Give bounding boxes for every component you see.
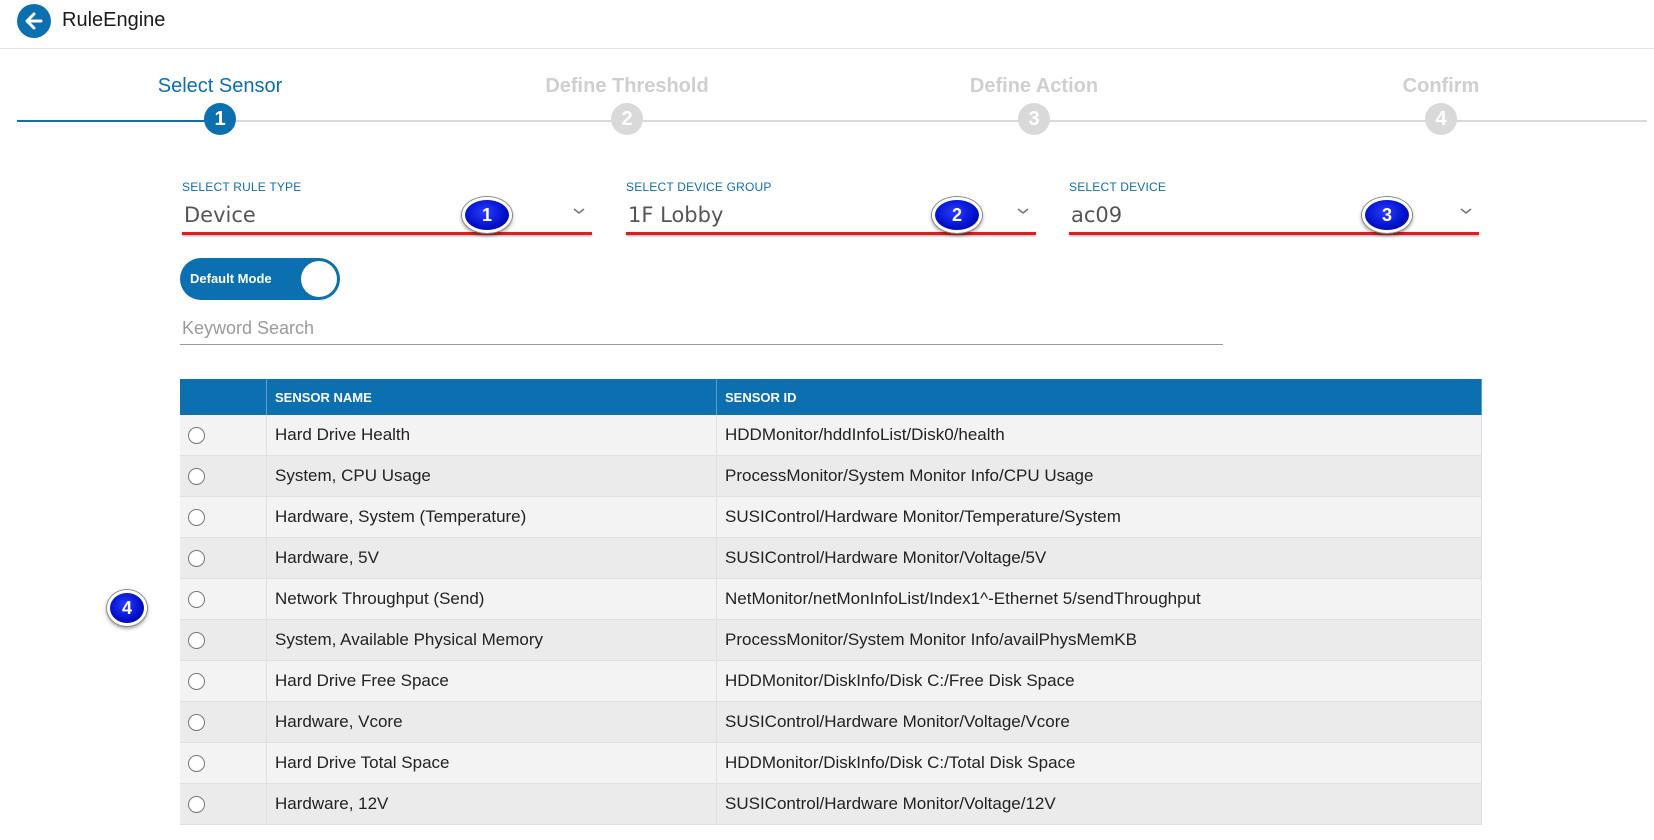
sensor-name-cell: System, CPU Usage bbox=[266, 455, 717, 497]
sensor-id-cell: HDDMonitor/hddInfoList/Disk0/health bbox=[716, 415, 1482, 456]
table-row[interactable]: Hardware, 12V SUSIControl/Hardware Monito… bbox=[180, 783, 1482, 825]
keyword-search-input[interactable] bbox=[180, 313, 1223, 345]
rule-type-label: SELECT RULE TYPE bbox=[182, 180, 302, 194]
default-mode-toggle[interactable]: Default Mode bbox=[180, 258, 340, 300]
table-row[interactable]: Hardware, Vcore SUSIControl/Hardware Moni… bbox=[180, 701, 1482, 743]
table-row[interactable]: Hard Drive Total Space HDDMonitor/DiskInf… bbox=[180, 742, 1482, 784]
annotation-marker-2: 2 bbox=[932, 197, 982, 233]
sensor-radio[interactable] bbox=[188, 427, 205, 445]
sensor-id-cell: NetMonitor/netMonInfoList/Index1^-Ethern… bbox=[716, 578, 1482, 620]
app-header: RuleEngine bbox=[0, 0, 1654, 49]
table-row[interactable]: Hardware, 5V SUSIControl/Hardware Monitor… bbox=[180, 537, 1482, 579]
row-select-cell bbox=[180, 578, 267, 620]
arrow-left-icon bbox=[25, 12, 43, 30]
stepper-track bbox=[17, 120, 1647, 122]
device-value: ac09 bbox=[1071, 203, 1123, 227]
stepper-progress bbox=[17, 120, 230, 122]
step-number: 3 bbox=[1018, 103, 1050, 135]
row-select-cell bbox=[180, 619, 267, 661]
sensor-id-cell: SUSIControl/Hardware Monitor/Voltage/5V bbox=[716, 537, 1482, 579]
column-header-sensor-id[interactable]: SENSOR ID bbox=[716, 379, 1482, 415]
wizard-stepper: Select Sensor 1 Define Threshold 2 Defin… bbox=[0, 70, 1654, 140]
step-select-sensor[interactable]: Select Sensor 1 bbox=[110, 70, 330, 135]
column-header-select bbox=[180, 379, 267, 415]
toggle-knob bbox=[301, 261, 337, 297]
row-select-cell bbox=[180, 660, 267, 702]
sensor-name-cell: Hard Drive Free Space bbox=[266, 660, 717, 702]
step-confirm[interactable]: Confirm 4 bbox=[1331, 70, 1551, 135]
table-row[interactable]: Hardware, System (Temperature) SUSIContro… bbox=[180, 496, 1482, 538]
table-row[interactable]: Network Throughput (Send) NetMonitor/netM… bbox=[180, 578, 1482, 620]
row-select-cell bbox=[180, 496, 267, 538]
annotation-marker-4: 4 bbox=[107, 590, 147, 626]
sensor-radio[interactable] bbox=[188, 632, 205, 650]
rule-type-select[interactable]: SELECT RULE TYPE Device bbox=[182, 180, 592, 236]
sensor-name-cell: Hard Drive Health bbox=[266, 415, 717, 456]
sensor-radio[interactable] bbox=[188, 550, 205, 568]
sensor-name-cell: Hardware, Vcore bbox=[266, 701, 717, 743]
sensor-radio[interactable] bbox=[188, 509, 205, 527]
chevron-down-icon bbox=[1460, 208, 1472, 215]
sensor-radio[interactable] bbox=[188, 591, 205, 609]
chevron-down-icon bbox=[573, 208, 585, 215]
sensor-id-cell: HDDMonitor/DiskInfo/Disk C:/Free Disk Sp… bbox=[716, 660, 1482, 702]
device-select[interactable]: SELECT DEVICE ac09 bbox=[1069, 180, 1479, 236]
sensor-name-cell: Hardware, 5V bbox=[266, 537, 717, 579]
step-number: 1 bbox=[204, 103, 236, 135]
device-group-label: SELECT DEVICE GROUP bbox=[626, 180, 772, 194]
step-define-action[interactable]: Define Action 3 bbox=[924, 70, 1144, 135]
sensor-name-cell: Hard Drive Total Space bbox=[266, 742, 717, 784]
sensor-radio[interactable] bbox=[188, 673, 205, 691]
device-label: SELECT DEVICE bbox=[1069, 180, 1167, 194]
chevron-down-icon bbox=[1017, 208, 1029, 215]
sensor-id-cell: SUSIControl/Hardware Monitor/Voltage/12V bbox=[716, 783, 1482, 825]
sensor-name-cell: Network Throughput (Send) bbox=[266, 578, 717, 620]
app-title: RuleEngine bbox=[62, 9, 166, 31]
sensor-name-cell: System, Available Physical Memory bbox=[266, 619, 717, 661]
sensor-radio[interactable] bbox=[188, 468, 205, 486]
step-label: Define Action bbox=[969, 75, 1099, 97]
back-button[interactable] bbox=[17, 4, 51, 38]
step-number: 2 bbox=[611, 103, 643, 135]
sensor-name-cell: Hardware, 12V bbox=[266, 783, 717, 825]
sensor-id-cell: SUSIControl/Hardware Monitor/Temperature… bbox=[716, 496, 1482, 538]
annotation-marker-1: 1 bbox=[462, 197, 512, 233]
table-header-row: SENSOR NAME SENSOR ID bbox=[180, 379, 1482, 415]
row-select-cell bbox=[180, 783, 267, 825]
step-label: Confirm bbox=[1402, 75, 1480, 97]
highlight-underline bbox=[182, 232, 592, 235]
sensor-radio[interactable] bbox=[188, 714, 205, 732]
sensor-table: SENSOR NAME SENSOR ID Hard Drive Health H… bbox=[180, 379, 1482, 825]
toggle-label: Default Mode bbox=[190, 271, 272, 286]
highlight-underline bbox=[626, 232, 1036, 235]
sensor-radio[interactable] bbox=[188, 755, 205, 773]
highlight-underline bbox=[1069, 232, 1479, 235]
step-number: 4 bbox=[1425, 103, 1457, 135]
row-select-cell bbox=[180, 742, 267, 784]
row-select-cell bbox=[180, 415, 267, 456]
device-group-value: 1F Lobby bbox=[628, 203, 724, 227]
sensor-name-cell: Hardware, System (Temperature) bbox=[266, 496, 717, 538]
column-header-sensor-name[interactable]: SENSOR NAME bbox=[266, 379, 717, 415]
step-label: Define Threshold bbox=[545, 75, 709, 97]
table-row[interactable]: System, CPU Usage ProcessMonitor/System M… bbox=[180, 455, 1482, 497]
table-row[interactable]: Hard Drive Health HDDMonitor/hddInfoList/… bbox=[180, 415, 1482, 456]
sensor-id-cell: SUSIControl/Hardware Monitor/Voltage/Vco… bbox=[716, 701, 1482, 743]
step-define-threshold[interactable]: Define Threshold 2 bbox=[517, 70, 737, 135]
sensor-id-cell: ProcessMonitor/System Monitor Info/avail… bbox=[716, 619, 1482, 661]
row-select-cell bbox=[180, 537, 267, 579]
sensor-id-cell: HDDMonitor/DiskInfo/Disk C:/Total Disk S… bbox=[716, 742, 1482, 784]
row-select-cell bbox=[180, 701, 267, 743]
table-row[interactable]: System, Available Physical Memory Process… bbox=[180, 619, 1482, 661]
sensor-radio[interactable] bbox=[188, 796, 205, 814]
table-row[interactable]: Hard Drive Free Space HDDMonitor/DiskInfo… bbox=[180, 660, 1482, 702]
sensor-id-cell: ProcessMonitor/System Monitor Info/CPU U… bbox=[716, 455, 1482, 497]
annotation-marker-3: 3 bbox=[1362, 197, 1412, 233]
step-label: Select Sensor bbox=[157, 75, 283, 97]
rule-type-value: Device bbox=[184, 203, 256, 227]
row-select-cell bbox=[180, 455, 267, 497]
